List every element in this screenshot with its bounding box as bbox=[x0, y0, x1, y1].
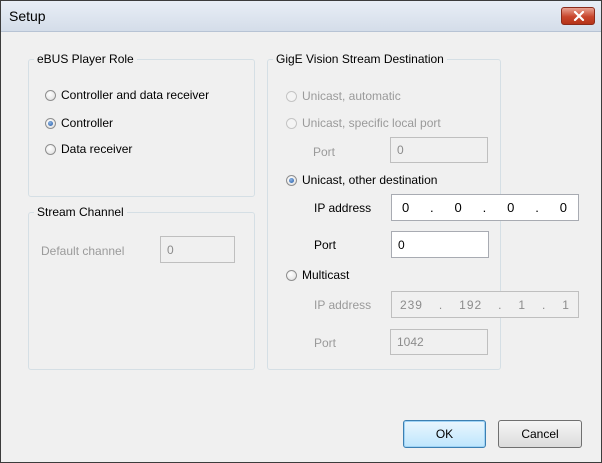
ip-octet[interactable]: 239 bbox=[400, 298, 423, 312]
default-channel-label: Default channel bbox=[41, 244, 125, 258]
radio-label: Data receiver bbox=[61, 142, 133, 156]
radio-unicast-other-destination[interactable]: Unicast, other destination bbox=[286, 173, 437, 187]
radio-label: Unicast, automatic bbox=[302, 89, 401, 103]
radio-unicast-automatic[interactable]: Unicast, automatic bbox=[286, 89, 401, 103]
ip-octet[interactable]: 1 bbox=[518, 298, 526, 312]
setup-dialog: Setup eBUS Player Role Controller and da… bbox=[0, 0, 602, 463]
ip-octet[interactable]: 0 bbox=[402, 200, 410, 215]
local-port-label: Port bbox=[313, 145, 336, 159]
radio-button[interactable] bbox=[286, 117, 297, 129]
radio-button[interactable] bbox=[286, 90, 297, 102]
window-title: Setup bbox=[9, 8, 46, 24]
ip-octet[interactable]: 1 bbox=[562, 298, 570, 312]
multicast-port-label: Port bbox=[314, 336, 337, 350]
radio-multicast[interactable]: Multicast bbox=[286, 268, 349, 282]
radio-label: Multicast bbox=[302, 268, 350, 282]
other-ip-field[interactable]: 0. 0. 0. 0 bbox=[391, 194, 579, 221]
ip-octet[interactable]: 0 bbox=[455, 200, 463, 215]
close-button[interactable] bbox=[561, 7, 595, 25]
dialog-client-area: eBUS Player Role Controller and data rec… bbox=[1, 32, 601, 462]
other-port-field[interactable]: 0 bbox=[391, 231, 489, 258]
default-channel-field[interactable]: 0 bbox=[160, 236, 235, 263]
radio-button[interactable] bbox=[45, 143, 56, 155]
stream-channel-legend: Stream Channel bbox=[37, 205, 124, 219]
cancel-button[interactable]: Cancel bbox=[498, 420, 582, 448]
player-role-legend: eBUS Player Role bbox=[37, 52, 134, 66]
other-ip-label: IP address bbox=[314, 201, 372, 215]
radio-controller-and-data-receiver[interactable]: Controller and data receiver bbox=[45, 88, 209, 102]
radio-label: Unicast, other destination bbox=[302, 173, 438, 187]
radio-button-selected[interactable] bbox=[45, 117, 56, 129]
ip-octet[interactable]: 0 bbox=[507, 200, 515, 215]
close-icon bbox=[573, 11, 585, 21]
stream-channel-group: Stream Channel bbox=[28, 205, 255, 370]
multicast-ip-label: IP address bbox=[314, 298, 372, 312]
radio-controller[interactable]: Controller bbox=[45, 116, 113, 130]
title-bar[interactable]: Setup bbox=[1, 1, 601, 32]
ok-button[interactable]: OK bbox=[403, 420, 486, 448]
radio-button-selected[interactable] bbox=[286, 174, 297, 186]
radio-button[interactable] bbox=[286, 269, 297, 281]
radio-data-receiver[interactable]: Data receiver bbox=[45, 142, 132, 156]
other-port-label: Port bbox=[314, 238, 337, 252]
multicast-port-field[interactable]: 1042 bbox=[390, 329, 488, 355]
radio-label: Controller bbox=[61, 116, 114, 130]
radio-button[interactable] bbox=[45, 89, 56, 101]
radio-unicast-local-port[interactable]: Unicast, specific local port bbox=[286, 116, 441, 130]
stream-destination-legend: GigE Vision Stream Destination bbox=[276, 52, 444, 66]
local-port-field[interactable]: 0 bbox=[390, 137, 488, 163]
radio-label: Controller and data receiver bbox=[61, 88, 210, 102]
ip-octet[interactable]: 0 bbox=[560, 200, 568, 215]
ip-octet[interactable]: 192 bbox=[459, 298, 482, 312]
radio-label: Unicast, specific local port bbox=[302, 116, 441, 130]
multicast-ip-field[interactable]: 239. 192. 1. 1 bbox=[391, 291, 579, 318]
